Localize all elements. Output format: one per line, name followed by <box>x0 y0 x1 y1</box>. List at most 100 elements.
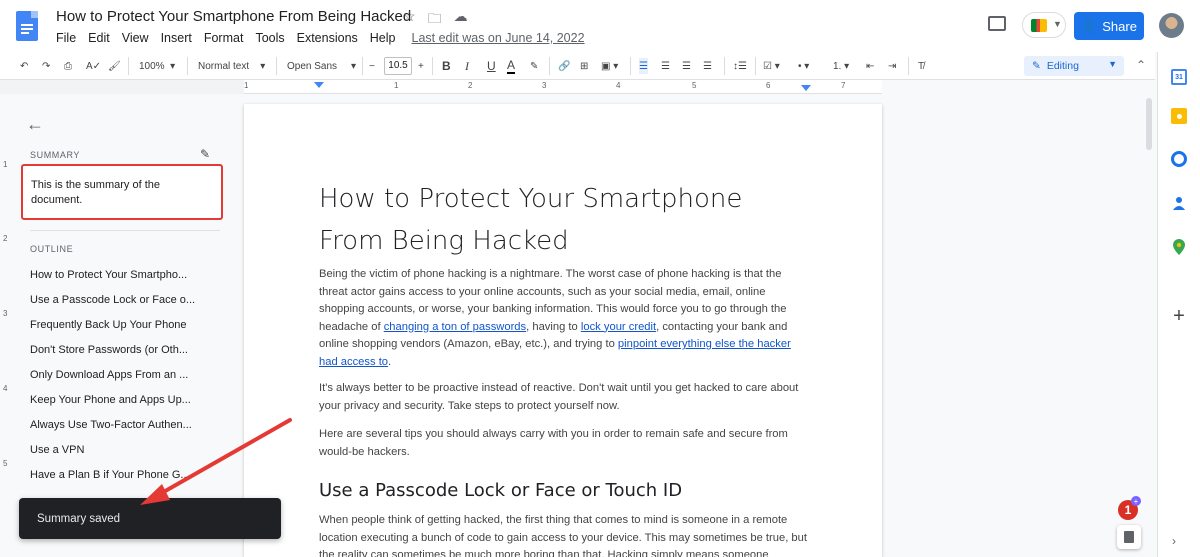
person-add-icon: 👤 <box>1081 18 1098 33</box>
edit-summary-icon[interactable]: ✎ <box>200 147 210 161</box>
outline-item[interactable]: How to Protect Your Smartpho... <box>30 269 210 281</box>
editing-mode-label: Editing <box>1046 60 1079 72</box>
side-panel: 31 + <box>1157 52 1200 557</box>
star-icon[interactable]: ☆ <box>403 8 416 32</box>
menu-extensions[interactable]: Extensions <box>297 31 358 45</box>
right-indent-marker[interactable] <box>801 85 811 91</box>
add-addon-icon[interactable]: + <box>1171 305 1187 327</box>
outline-item[interactable]: Use a Passcode Lock or Face o... <box>30 294 210 306</box>
line-spacing-icon[interactable]: ↕☰ <box>733 58 747 74</box>
cloud-status-icon[interactable]: ☁ <box>454 8 468 32</box>
font-size-decrease-icon[interactable]: − <box>369 58 375 74</box>
menu-view[interactable]: View <box>122 31 149 45</box>
menu-edit[interactable]: Edit <box>88 31 110 45</box>
document-title[interactable]: How to Protect Your Smartphone From Bein… <box>56 8 411 25</box>
ruler-gutter <box>0 80 244 94</box>
menu-file[interactable]: File <box>56 31 76 45</box>
increase-indent-icon[interactable]: ⇥ <box>888 58 896 74</box>
redo-icon[interactable]: ↷ <box>42 58 50 74</box>
meet-button[interactable]: ▼ <box>1022 12 1066 38</box>
vertical-ruler: 1 2 3 4 5 <box>0 94 12 557</box>
paragraph: It's always better to be proactive inste… <box>319 382 799 412</box>
menu-insert[interactable]: Insert <box>161 31 192 45</box>
numbered-list-icon[interactable]: 1. ▾ <box>833 58 849 74</box>
font-size-increase-icon[interactable]: + <box>418 58 424 74</box>
align-center-icon[interactable]: ☰ <box>661 58 670 74</box>
add-comment-icon[interactable]: ⊞ <box>580 58 588 74</box>
last-edit-link[interactable]: Last edit was on June 14, 2022 <box>412 31 585 45</box>
app-header: How to Protect Your Smartphone From Bein… <box>0 0 1200 52</box>
move-folder-icon[interactable]: 🗀 <box>428 8 442 32</box>
bold-icon[interactable]: B <box>442 58 451 74</box>
docs-logo-icon[interactable] <box>16 11 38 41</box>
left-indent-marker[interactable] <box>314 82 324 88</box>
menu-format[interactable]: Format <box>204 31 244 45</box>
back-arrow-icon[interactable]: ← <box>26 114 44 135</box>
comment-history-icon[interactable] <box>988 16 1006 31</box>
share-button[interactable]: 👤 Share <box>1074 12 1144 40</box>
scroll-thumb[interactable] <box>1146 98 1152 150</box>
highlight-icon[interactable]: ✎ <box>530 58 538 74</box>
paragraph-text: . <box>388 355 392 368</box>
outline-item[interactable]: Frequently Back Up Your Phone <box>30 319 210 331</box>
ruler-tick-label: 6 <box>766 81 771 90</box>
outline-item[interactable]: Use a VPN <box>30 444 210 456</box>
keep-icon[interactable] <box>1171 108 1187 124</box>
maps-icon[interactable] <box>1171 239 1187 255</box>
ruler-tick-label: 4 <box>616 81 621 90</box>
editing-mode-select[interactable]: ✎ Editing ▼ <box>1024 56 1124 76</box>
outline-item[interactable]: Only Download Apps From an ... <box>30 369 210 381</box>
zoom-select[interactable]: 100% ▾ <box>139 58 175 74</box>
menu-tools[interactable]: Tools <box>255 31 284 45</box>
outline-item[interactable]: Don't Store Passwords (or Oth... <box>30 344 210 356</box>
inline-link[interactable]: lock your credit <box>581 321 656 333</box>
align-left-icon[interactable]: ☰ <box>639 58 648 74</box>
ruler-tick-label: 1 <box>394 81 399 90</box>
clear-formatting-icon[interactable]: T̸ <box>918 58 924 74</box>
paint-format-icon[interactable]: 🖌 <box>108 58 121 74</box>
outline-item[interactable]: Always Use Two-Factor Authen... <box>30 419 210 431</box>
outline-item[interactable]: Have a Plan B if Your Phone G... <box>30 469 210 481</box>
tasks-icon[interactable] <box>1171 151 1187 167</box>
bulleted-list-icon[interactable]: • ▾ <box>798 58 809 74</box>
summary-text[interactable]: This is the summary of the document. <box>21 164 223 220</box>
ruler-tick-label: 2 <box>468 81 473 90</box>
link-icon[interactable]: 🔗 <box>558 58 570 74</box>
undo-icon[interactable]: ↶ <box>20 58 28 74</box>
ruler-tick-label: 5 <box>692 81 697 90</box>
paragraph: Being the victim of phone hacking is a n… <box>319 266 809 371</box>
insert-image-icon[interactable]: ▣ ▾ <box>601 58 618 74</box>
align-right-icon[interactable]: ☰ <box>682 58 691 74</box>
font-select[interactable]: Open Sans ▾ <box>287 58 356 74</box>
hide-menus-icon[interactable]: ⌃ <box>1136 58 1146 72</box>
inline-link[interactable]: changing a ton of passwords <box>384 321 526 333</box>
style-select[interactable]: Normal text ▾ <box>198 58 265 74</box>
decrease-indent-icon[interactable]: ⇤ <box>866 58 874 74</box>
avatar[interactable] <box>1159 13 1184 38</box>
explore-icon[interactable] <box>1117 525 1141 549</box>
print-icon[interactable]: ⎙ <box>64 58 72 74</box>
vruler-tick-label: 2 <box>3 234 8 243</box>
italic-icon[interactable]: I <box>465 58 469 74</box>
pencil-icon: ✎ <box>1032 60 1041 72</box>
chevron-right-icon[interactable]: › <box>1172 534 1176 548</box>
horizontal-ruler[interactable]: 1 1 2 3 4 5 6 7 <box>244 80 882 94</box>
outline-item[interactable]: Keep Your Phone and Apps Up... <box>30 394 210 406</box>
share-label: Share <box>1102 18 1137 34</box>
vruler-tick-label: 1 <box>3 160 8 169</box>
underline-icon[interactable]: U <box>487 58 496 74</box>
chevron-down-icon: ▼ <box>1053 19 1062 29</box>
checklist-icon[interactable]: ☑ ▾ <box>763 58 780 74</box>
vertical-scrollbar[interactable] <box>1143 94 1155 557</box>
contacts-icon[interactable] <box>1171 195 1187 211</box>
justify-icon[interactable]: ☰ <box>703 58 712 74</box>
text-color-icon[interactable]: A <box>507 58 516 74</box>
spellcheck-icon[interactable]: A✓ <box>86 58 101 74</box>
font-size-input[interactable]: 10.5 <box>384 57 412 75</box>
ruler-tick-label: 1 <box>244 81 249 90</box>
section-heading: Use a Passcode Lock or Face or Touch ID <box>319 480 683 501</box>
chevron-down-icon: ▼ <box>1108 59 1117 69</box>
menu-help[interactable]: Help <box>370 31 396 45</box>
calendar-icon[interactable]: 31 <box>1171 69 1187 85</box>
document-page[interactable]: How to Protect Your Smartphone From Bein… <box>244 104 882 557</box>
